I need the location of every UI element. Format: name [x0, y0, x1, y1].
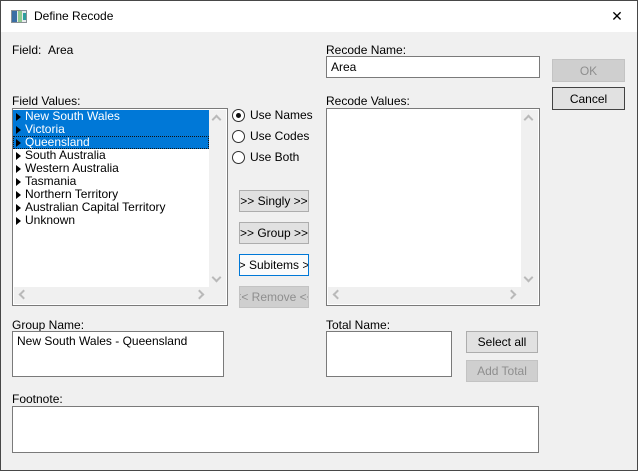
- list-item[interactable]: Australian Capital Territory: [13, 201, 209, 214]
- radio-icon: [232, 109, 245, 122]
- select-all-button[interactable]: Select all: [466, 331, 538, 353]
- close-icon[interactable]: ✕: [597, 1, 637, 32]
- recode-values-listbox[interactable]: [326, 108, 540, 306]
- footnote-input[interactable]: [12, 406, 539, 453]
- list-item[interactable]: Unknown: [13, 214, 209, 227]
- item-arrow-icon: [16, 139, 21, 147]
- radio-icon: [232, 151, 245, 164]
- define-recode-dialog: Define Recode ✕ Field: Area Recode Name:…: [0, 0, 638, 471]
- radio-use-codes[interactable]: Use Codes: [232, 128, 309, 144]
- title-bar[interactable]: Define Recode ✕: [1, 1, 637, 32]
- window-title: Define Recode: [34, 9, 113, 24]
- horizontal-scrollbar[interactable]: [14, 287, 209, 304]
- footnote-label: Footnote:: [12, 392, 63, 407]
- item-arrow-icon: [16, 191, 21, 199]
- horizontal-scrollbar[interactable]: [328, 287, 521, 304]
- field-value: Area: [48, 43, 73, 58]
- cancel-button[interactable]: Cancel: [552, 87, 625, 110]
- singly-button[interactable]: >> Singly >>: [239, 190, 309, 212]
- list-item[interactable]: South Australia: [13, 149, 209, 162]
- radio-icon: [232, 130, 245, 143]
- radio-use-names[interactable]: Use Names: [232, 107, 313, 123]
- radio-use-both[interactable]: Use Both: [232, 149, 299, 165]
- item-arrow-icon: [16, 113, 21, 121]
- group-name-input[interactable]: New South Wales - Queensland: [12, 331, 224, 377]
- group-button[interactable]: >> Group >>: [239, 222, 309, 244]
- scroll-down-icon[interactable]: [212, 273, 222, 283]
- scroll-left-icon[interactable]: [19, 290, 29, 300]
- list-item[interactable]: Northern Territory: [13, 188, 209, 201]
- field-values-items: New South Wales Victoria Queensland Sout…: [13, 110, 209, 227]
- list-item[interactable]: Tasmania: [13, 175, 209, 188]
- scroll-up-icon[interactable]: [524, 115, 534, 125]
- recode-name-input[interactable]: [326, 56, 540, 78]
- scroll-up-icon[interactable]: [212, 115, 222, 125]
- item-arrow-icon: [16, 152, 21, 160]
- list-item[interactable]: Queensland: [13, 136, 209, 149]
- field-label: Field:: [12, 43, 41, 58]
- recode-values-label: Recode Values:: [326, 94, 410, 109]
- list-item[interactable]: Victoria: [13, 123, 209, 136]
- field-values-listbox[interactable]: New South Wales Victoria Queensland Sout…: [12, 108, 228, 306]
- item-arrow-icon: [16, 165, 21, 173]
- vertical-scrollbar[interactable]: [209, 110, 226, 287]
- app-icon: [11, 10, 27, 23]
- scroll-right-icon[interactable]: [507, 290, 517, 300]
- item-arrow-icon: [16, 204, 21, 212]
- list-item[interactable]: Western Australia: [13, 162, 209, 175]
- scroll-left-icon[interactable]: [333, 290, 343, 300]
- list-item[interactable]: New South Wales: [13, 110, 209, 123]
- scroll-right-icon[interactable]: [195, 290, 205, 300]
- item-arrow-icon: [16, 217, 21, 225]
- item-arrow-icon: [16, 178, 21, 186]
- total-name-input[interactable]: [326, 331, 452, 377]
- remove-button[interactable]: << Remove <<: [239, 286, 309, 308]
- ok-button[interactable]: OK: [552, 59, 625, 82]
- item-arrow-icon: [16, 126, 21, 134]
- add-total-button[interactable]: Add Total: [466, 360, 538, 382]
- vertical-scrollbar[interactable]: [521, 110, 538, 287]
- field-values-label: Field Values:: [12, 94, 80, 109]
- scroll-down-icon[interactable]: [524, 273, 534, 283]
- subitems-button[interactable]: >> Subitems >>: [239, 254, 309, 276]
